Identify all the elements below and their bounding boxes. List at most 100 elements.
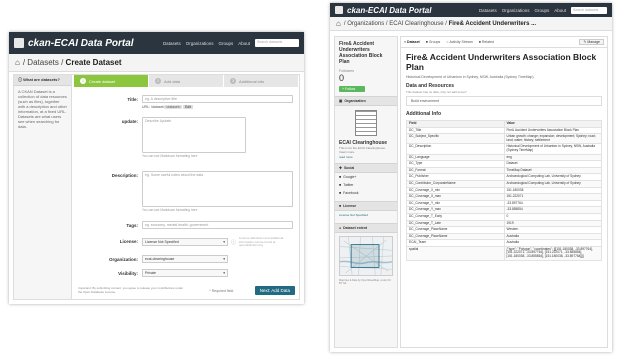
dataset-tabs: ≡ Dataset ■ Groups ○ Activity Stream ■ Relat… <box>401 37 607 48</box>
update-row: update: Describe Update You can use Mark… <box>74 117 293 158</box>
breadcrumb: ⌂ / Datasets / Create Dataset <box>9 54 304 72</box>
organization-section-heading: ▣ Organization <box>335 96 397 106</box>
field-cell: DC_Contributor_CorporateName <box>406 179 505 188</box>
organization-image[interactable] <box>355 110 377 136</box>
field-cell: DC_Subject_Specific <box>406 133 505 145</box>
table-row: ECAI_Team Australia <box>406 239 602 247</box>
table-row: DC_Contributor_CorporateName Archaeologic… <box>406 179 602 188</box>
value-cell: Western <box>503 226 602 234</box>
value-cell: eng <box>503 153 602 162</box>
tags-label: Tags: <box>126 223 138 228</box>
crumb-dataset[interactable]: Fire& Accident Underwriters ... <box>449 21 536 27</box>
description-textarea[interactable]: eg. Some useful notes about the data <box>142 171 293 207</box>
value-cell: 151.180038 <box>503 186 602 195</box>
table-row: DC_Coverage_X_min 151.180038 <box>406 186 602 195</box>
breadcrumb: ⌂ / Organizations / ECAI Clearinghouse /… <box>330 17 612 31</box>
search-input[interactable]: Search datasets <box>255 39 299 47</box>
nav-about[interactable]: About <box>238 41 250 46</box>
license-label: License: <box>119 239 138 244</box>
follow-button[interactable]: + Follow <box>339 86 365 92</box>
social-facebook[interactable]: ■ Facebook <box>335 189 397 197</box>
social-google-plus[interactable]: ■ Google+ <box>335 173 397 181</box>
column-header-value: Value <box>503 120 602 128</box>
nav-datasets[interactable]: Datasets <box>479 8 497 13</box>
stage-additional-info[interactable]: 3 Additional info <box>224 75 299 87</box>
field-cell: DC_Coverage_Y_min <box>406 199 505 208</box>
crumb-datasets[interactable]: Datasets <box>27 58 59 67</box>
field-cell: DC_Language <box>406 153 505 162</box>
resources-note: This dataset has no data, why not add so… <box>406 90 467 94</box>
title-input[interactable]: eg. A descriptive title <box>142 95 293 103</box>
home-icon[interactable]: ⌂ <box>336 19 341 28</box>
organization-row: Organization: ecai-clearinghouse ▾ <box>74 255 293 263</box>
value-cell: 1919 <box>503 219 602 228</box>
tab-related[interactable]: ■ Related <box>479 40 494 44</box>
visibility-select[interactable]: Private ▾ <box>142 269 228 277</box>
table-row: spatial {"type": "Polygon", "coordinates"… <box>406 245 602 261</box>
main-nav: Datasets Organizations Groups About Sear… <box>163 39 299 47</box>
organization-description: This is for the ECAI Clearinghouse. Inse… <box>339 146 386 154</box>
table-row: DC_Coverage_X_max 151.222071 <box>406 193 602 201</box>
page-title: Fire& Accident Underwriters Association … <box>406 52 597 72</box>
nav-about[interactable]: About <box>554 8 566 13</box>
stage-add-data[interactable]: 2 Add data <box>149 75 224 87</box>
tab-groups[interactable]: ■ Groups <box>426 40 441 44</box>
nav-datasets[interactable]: Datasets <box>163 41 181 46</box>
tab-dataset[interactable]: ≡ Dataset <box>404 40 420 44</box>
url-edit-button[interactable]: Edit <box>182 105 193 109</box>
field-cell: DC_Coverage_PlaceName <box>406 226 505 234</box>
manage-button[interactable]: ✎ Manage <box>579 39 604 45</box>
description-row: Description: eg. Some useful notes about… <box>74 171 293 212</box>
sidebar-dataset-title: Fire& Accident Underwriters Association … <box>339 41 383 65</box>
description-markdown-help: You can use Markdown formatting here <box>142 208 198 212</box>
stage-create-dataset[interactable]: 1 Create dataset <box>74 75 149 87</box>
crumb-organizations[interactable]: Organizations <box>347 21 384 27</box>
value-cell: Australia <box>503 239 602 247</box>
resource-item[interactable]: Build environment <box>406 96 602 106</box>
table-row: DC_Type Dataset <box>406 160 602 168</box>
description-label: Description: <box>111 173 138 178</box>
field-cell: DC_Title <box>406 126 505 135</box>
app-title[interactable]: ckan-ECAI Data Portal <box>347 6 431 15</box>
nav-groups[interactable]: Groups <box>534 8 549 13</box>
facebook-icon: ■ <box>339 191 342 195</box>
next-add-data-button[interactable]: Next: Add Data <box>254 286 295 295</box>
license-link[interactable]: License Not Specified <box>335 211 397 219</box>
info-icon: ⓘ <box>231 239 237 246</box>
home-icon[interactable]: ⌂ <box>15 58 20 67</box>
update-textarea[interactable]: Describe Update <box>142 117 246 153</box>
share-icon: ✚ <box>339 166 342 170</box>
column-header-field: Field <box>406 120 505 128</box>
app-title[interactable]: ckan-ECAI Data Portal <box>28 38 134 49</box>
license-row: License: License Not Specified ▾ ⓘ Licens… <box>74 236 293 248</box>
organization-select[interactable]: ecai-clearinghouse ▾ <box>142 255 228 263</box>
extent-section-heading: ● Dataset extent <box>335 223 397 233</box>
tab-activity-stream[interactable]: ○ Activity Stream <box>446 40 472 44</box>
header-bar: ckan-ECAI Data Portal Datasets Organizat… <box>330 3 612 17</box>
value-cell: Archaeological Computing Lab, University… <box>503 179 602 188</box>
dataset-sidebar: Fire& Accident Underwriters Association … <box>334 36 398 348</box>
field-cell: DC_Coverage_T_Late <box>406 219 505 228</box>
read-more-link[interactable]: read more <box>335 155 397 159</box>
crumb-create-dataset[interactable]: Create Dataset <box>66 58 122 67</box>
field-cell: DC_Publisher <box>406 173 505 181</box>
header-bar: ckan-ECAI Data Portal Datasets Organizat… <box>9 32 304 54</box>
info-sidebar: ⓘ What are datasets? A CKAN Dataset is a… <box>14 75 72 299</box>
social-twitter[interactable]: ■ Twitter <box>335 181 397 189</box>
map-attribution: Map tiles & Data by OpenStreetMap, under… <box>339 279 392 285</box>
table-row: DC_Coverage_T_Early 0 <box>406 212 602 221</box>
table-row: DC_Format TimeMap Dataset <box>406 166 602 175</box>
value-cell: Archaeological Computing Lab, University… <box>503 173 602 181</box>
tags-input[interactable]: eg. economy, mental health, government <box>142 221 293 229</box>
dataset-extent-map[interactable] <box>339 236 393 276</box>
nav-organizations[interactable]: Organizations <box>502 8 530 13</box>
required-field-note: * Required field <box>209 288 234 293</box>
lock-icon: ■ <box>339 204 342 208</box>
table-row: DC_Coverage_T_Late 1919 <box>406 219 602 228</box>
ckan-logo-icon <box>335 6 343 14</box>
crumb-organization[interactable]: ECAI Clearinghouse <box>389 21 443 27</box>
nav-organizations[interactable]: Organizations <box>186 41 214 46</box>
search-input[interactable]: Search datasets <box>571 6 607 14</box>
license-select[interactable]: License Not Specified ▾ <box>142 238 228 247</box>
nav-groups[interactable]: Groups <box>218 41 233 46</box>
